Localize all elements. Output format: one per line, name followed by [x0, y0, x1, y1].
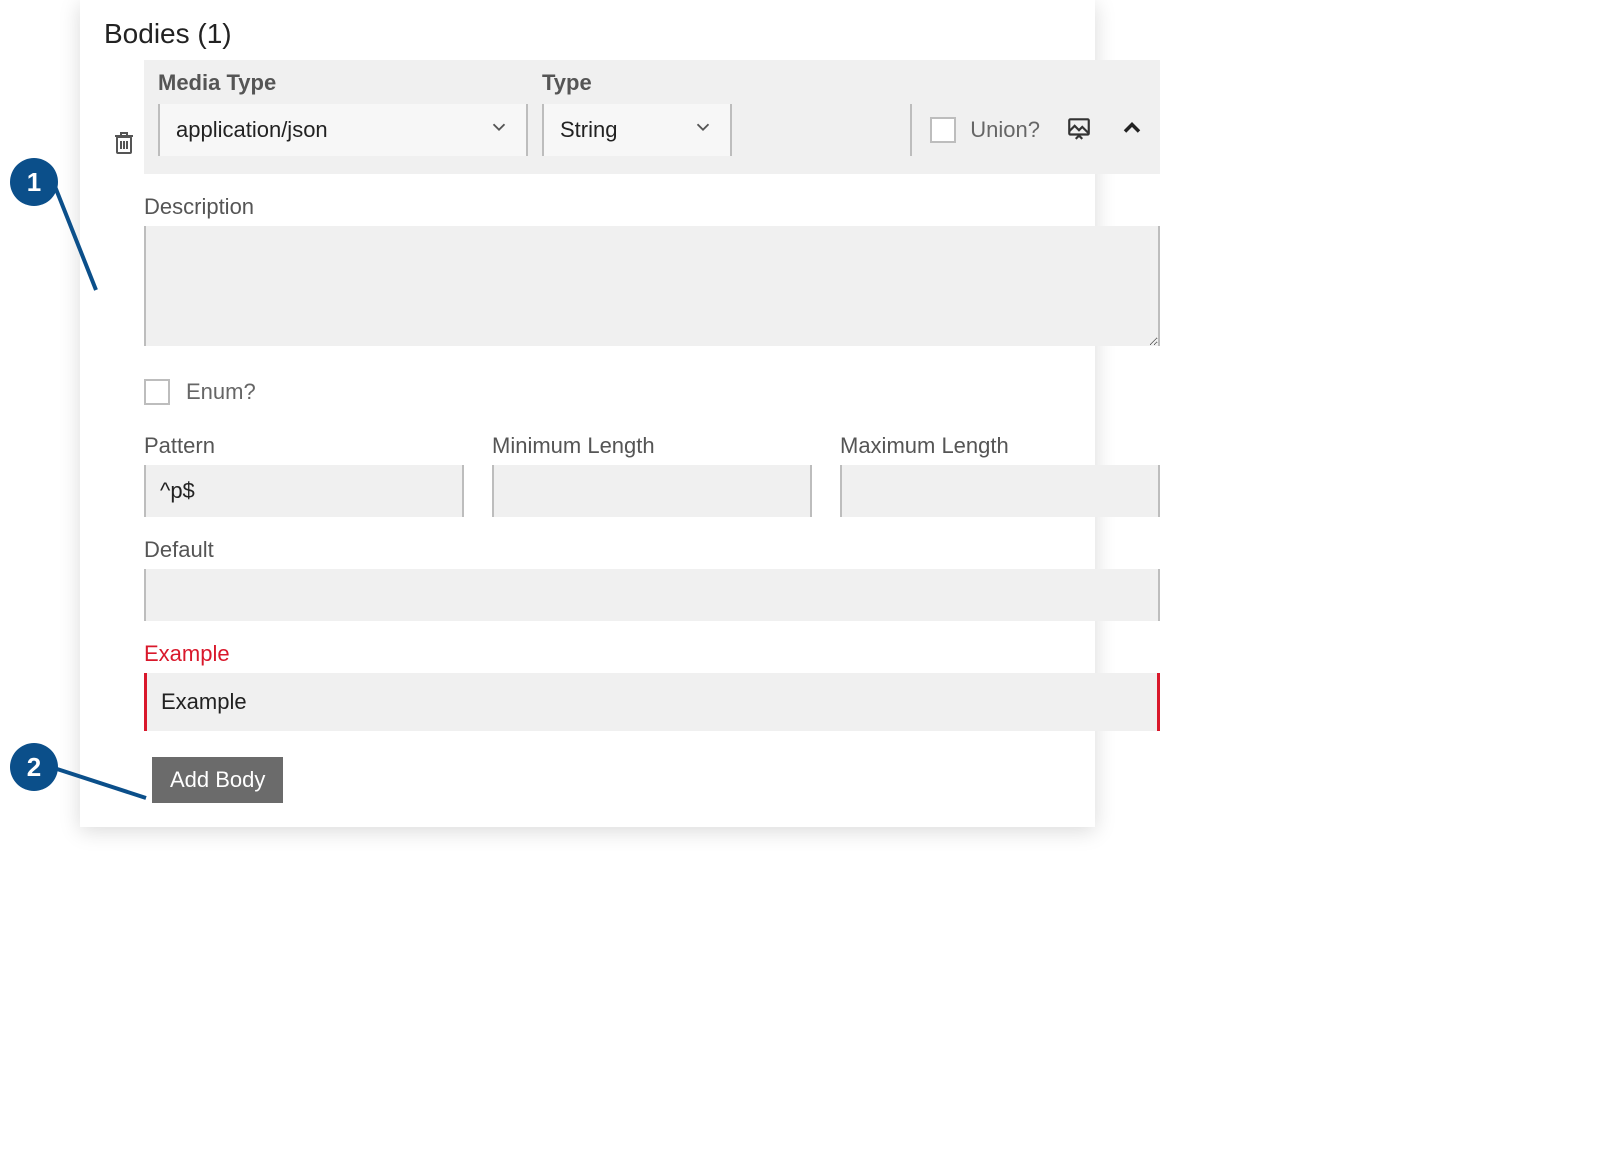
max-length-input[interactable] [840, 465, 1160, 517]
max-length-label: Maximum Length [840, 433, 1160, 459]
bodies-panel: Bodies (1) Media Type application/json [80, 0, 1095, 827]
panel-title: Bodies (1) [104, 18, 1071, 50]
description-label: Description [144, 194, 1160, 220]
example-label: Example [144, 641, 1160, 667]
union-label: Union? [970, 117, 1040, 143]
media-type-select[interactable]: application/json [158, 104, 528, 156]
description-textarea[interactable] [144, 226, 1160, 346]
union-checkbox[interactable] [930, 117, 956, 143]
enum-checkbox[interactable] [144, 379, 170, 405]
media-type-label: Media Type [158, 70, 528, 96]
media-type-value: application/json [176, 117, 328, 143]
callout-badge-2: 2 [10, 743, 58, 791]
trash-icon[interactable] [112, 130, 136, 161]
default-input[interactable] [144, 569, 1160, 621]
union-group: Union? [910, 104, 1040, 156]
chevron-down-icon [488, 116, 510, 144]
type-value: String [560, 117, 617, 143]
default-label: Default [144, 537, 1160, 563]
example-input[interactable] [144, 673, 1160, 731]
type-select[interactable]: String [542, 104, 732, 156]
enum-label: Enum? [186, 379, 256, 405]
collapse-chevron-up-icon[interactable] [1118, 114, 1146, 147]
callout-badge-1: 1 [10, 158, 58, 206]
image-upload-icon[interactable] [1066, 115, 1092, 146]
pattern-label: Pattern [144, 433, 464, 459]
chevron-down-icon [692, 116, 714, 144]
body-content: Media Type application/json Type String [144, 60, 1160, 731]
pattern-input[interactable] [144, 465, 464, 517]
type-label: Type [542, 70, 732, 96]
min-length-label: Minimum Length [492, 433, 812, 459]
enum-row: Enum? [144, 379, 1160, 405]
body-row: Media Type application/json Type String [104, 60, 1071, 731]
body-header: Media Type application/json Type String [144, 60, 1160, 174]
add-body-button[interactable]: Add Body [152, 757, 283, 803]
min-length-input[interactable] [492, 465, 812, 517]
